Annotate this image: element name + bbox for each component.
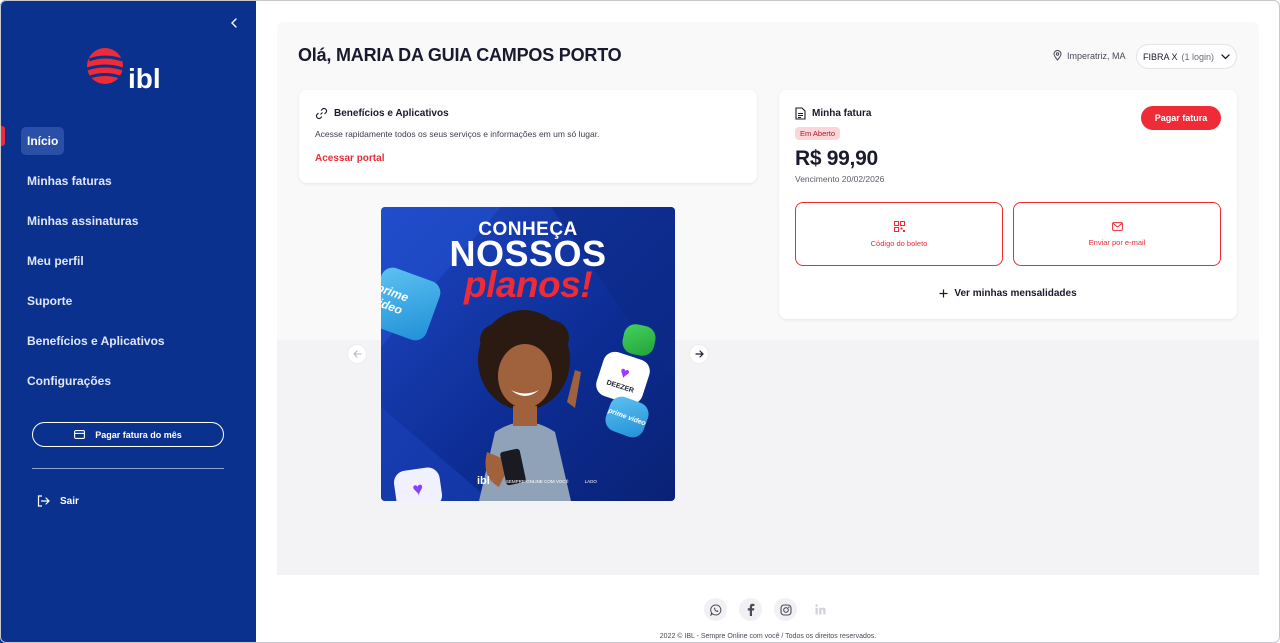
plan-selector[interactable]: FIBRA X (1 login) bbox=[1136, 44, 1237, 69]
banner-footer: ibl SEMPRE ONLINE COM VOCÊ LADO bbox=[477, 475, 597, 487]
banner-footer-logo: ibl bbox=[477, 475, 490, 487]
page-title: Olá, MARIA DA GUIA CAMPOS PORTO bbox=[298, 45, 622, 65]
deezer-text: DEEZER bbox=[605, 378, 635, 395]
ibl-logo-mark: ibl bbox=[86, 48, 161, 94]
barcode-button[interactable]: Código do boleto bbox=[795, 202, 1003, 266]
sidebar: ibl Início Minhas faturas Minhas assinat… bbox=[0, 0, 256, 643]
banner-woman-illustration bbox=[478, 310, 581, 501]
chevron-down-icon bbox=[1221, 53, 1230, 59]
sidebar-item-meu-perfil[interactable]: Meu perfil bbox=[0, 241, 256, 281]
view-payments-link[interactable]: Ver minhas mensalidades bbox=[779, 288, 1237, 299]
logout-button[interactable]: Sair bbox=[37, 495, 79, 507]
sidebar-item-label: Início bbox=[21, 127, 65, 155]
barcode-label: Código do boleto bbox=[870, 238, 928, 248]
prime-video-text-small: prime video bbox=[607, 406, 647, 428]
link-icon bbox=[315, 107, 328, 120]
sidebar-item-label: Meu perfil bbox=[27, 254, 84, 268]
heart-icon: ♥ bbox=[617, 363, 632, 383]
pay-invoice-button[interactable]: Pagar fatura bbox=[1141, 106, 1221, 130]
sidebar-item-minhas-assinaturas[interactable]: Minhas assinaturas bbox=[0, 201, 256, 241]
banner-footer-tagline-2: LADO bbox=[584, 478, 597, 484]
prime-video-text: prime video bbox=[381, 280, 411, 318]
mail-icon bbox=[1111, 221, 1123, 231]
banner-footer-tagline: SEMPRE ONLINE COM VOCÊ bbox=[505, 478, 569, 484]
location-label: Imperatriz, MA bbox=[1067, 50, 1126, 61]
plus-icon bbox=[939, 289, 948, 298]
benefits-description: Acesse rapidamente todos os seus serviço… bbox=[315, 129, 600, 139]
sidebar-item-beneficios[interactable]: Benefícios e Aplicativos bbox=[0, 321, 256, 361]
invoice-title: Minha fatura bbox=[795, 107, 871, 120]
location-pin-icon bbox=[1053, 50, 1062, 61]
copyright-text: 2022 © IBL - Sempre Online com você / To… bbox=[659, 633, 877, 640]
benefits-title: Benefícios e Aplicativos bbox=[315, 107, 449, 120]
sidebar-divider bbox=[32, 468, 224, 469]
invoice-amount: R$ 99,90 bbox=[795, 147, 878, 170]
carousel-next-button[interactable] bbox=[689, 344, 709, 364]
svg-text:ibl: ibl bbox=[128, 63, 161, 92]
document-icon bbox=[795, 107, 806, 120]
view-payments-label: Ver minhas mensalidades bbox=[954, 288, 1077, 299]
invoice-due-date: Vencimento 20/02/2026 bbox=[795, 174, 885, 184]
instagram-icon[interactable] bbox=[774, 598, 797, 621]
pay-month-label: Pagar fatura do mês bbox=[95, 429, 182, 440]
sidebar-item-suporte[interactable]: Suporte bbox=[0, 281, 256, 321]
carousel-prev-button[interactable] bbox=[347, 344, 367, 364]
whatsapp-icon[interactable] bbox=[704, 598, 727, 621]
access-portal-link[interactable]: Acessar portal bbox=[315, 153, 384, 164]
benefits-title-text: Benefícios e Aplicativos bbox=[334, 108, 449, 119]
social-links bbox=[704, 598, 832, 621]
benefits-card: Benefícios e Aplicativos Acesse rapidame… bbox=[299, 90, 757, 183]
invoice-title-text: Minha fatura bbox=[812, 108, 872, 119]
facebook-icon[interactable] bbox=[739, 598, 762, 621]
sidebar-item-label: Benefícios e Aplicativos bbox=[27, 334, 165, 348]
pay-month-invoice-button[interactable]: Pagar fatura do mês bbox=[32, 422, 224, 447]
arrow-left-icon bbox=[352, 350, 362, 358]
sidebar-item-inicio[interactable]: Início bbox=[0, 121, 256, 161]
email-label: Enviar por e-mail bbox=[1088, 237, 1146, 247]
sidebar-item-minhas-faturas[interactable]: Minhas faturas bbox=[0, 161, 256, 201]
heart-icon: ♥ bbox=[411, 478, 425, 500]
chevron-left-icon bbox=[231, 18, 237, 28]
sidebar-item-label: Configurações bbox=[27, 374, 112, 388]
plan-detail: (1 login) bbox=[1181, 51, 1215, 62]
sidebar-item-label: Minhas faturas bbox=[27, 174, 112, 188]
sidebar-item-label: Suporte bbox=[27, 294, 73, 308]
credit-card-icon bbox=[74, 430, 86, 439]
invoice-card: Minha fatura Em Aberto R$ 99,90 Vencimen… bbox=[779, 90, 1237, 319]
sidebar-nav: Início Minhas faturas Minhas assinaturas… bbox=[0, 121, 256, 401]
email-invoice-button[interactable]: Enviar por e-mail bbox=[1013, 202, 1221, 266]
sidebar-item-label: Minhas assinaturas bbox=[27, 214, 139, 228]
purple-app-tile: ♥ bbox=[392, 465, 444, 501]
plans-promo-banner[interactable]: CONHEÇA NOSSOS planos! prime video ♥ DEE… bbox=[381, 207, 675, 501]
plan-name: FIBRA X bbox=[1142, 51, 1178, 62]
sidebar-item-configuracoes[interactable]: Configurações bbox=[0, 361, 256, 401]
ibl-logo[interactable]: ibl bbox=[86, 44, 172, 94]
status-badge: Em Aberto bbox=[795, 127, 841, 140]
logout-icon bbox=[37, 495, 50, 507]
arrow-right-icon bbox=[694, 350, 704, 358]
linkedin-icon[interactable] bbox=[809, 598, 832, 621]
collapse-sidebar-button[interactable] bbox=[226, 15, 242, 31]
qr-code-icon bbox=[893, 220, 905, 232]
logout-label: Sair bbox=[60, 495, 79, 507]
location: Imperatriz, MA bbox=[1053, 50, 1126, 61]
